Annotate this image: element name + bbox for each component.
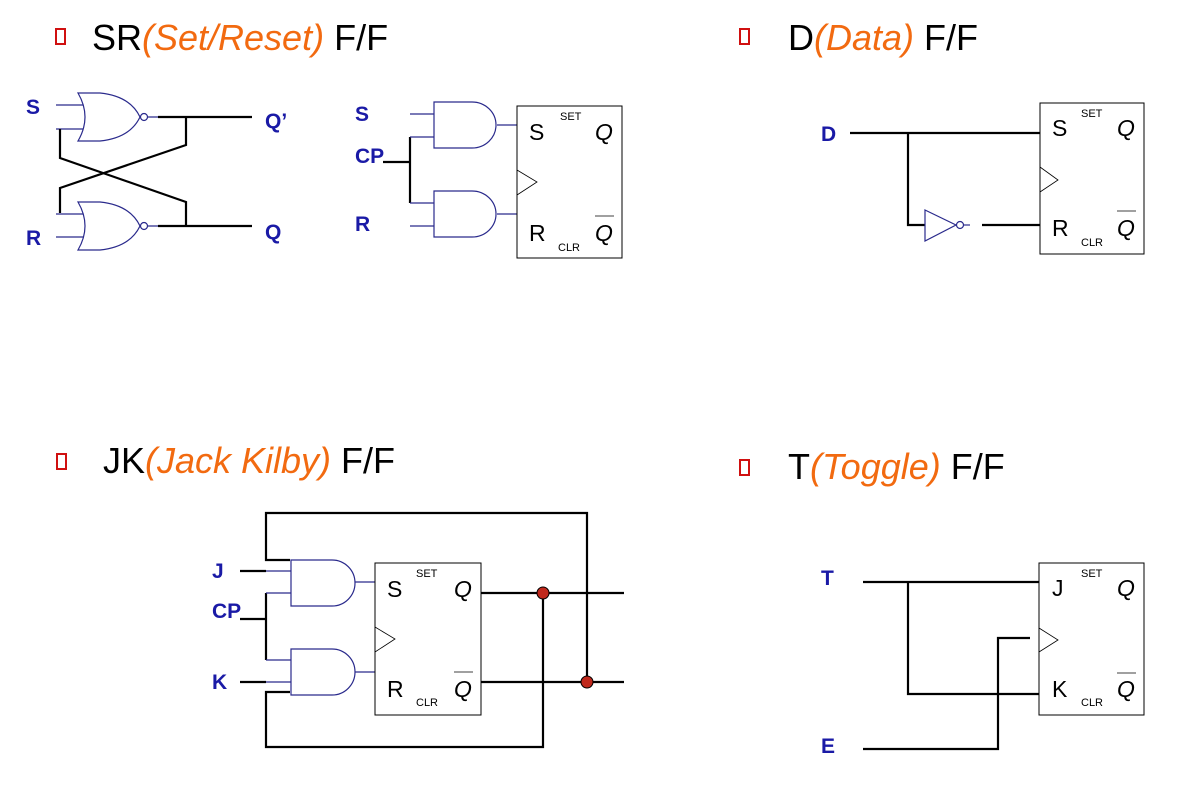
clocked-sr-flipflop: S CP R S SET Q R CLR Q — [355, 101, 623, 259]
pin-set: SET — [416, 568, 438, 580]
label-r: R — [26, 227, 41, 250]
gate-input-wires — [56, 104, 84, 238]
label-r: R — [355, 213, 370, 236]
pin-set: SET — [560, 111, 582, 123]
pin-q: Q — [454, 576, 472, 602]
bullet-icon — [56, 453, 67, 470]
label-s: S — [355, 103, 369, 126]
pin-set: SET — [1081, 568, 1103, 580]
pin-r: R — [387, 676, 404, 702]
clock-wires — [383, 137, 412, 203]
label-k: K — [212, 671, 227, 694]
output-wires — [481, 591, 624, 684]
and-gate-top — [433, 101, 497, 149]
sr-title: SR(Set/Reset) F/F — [92, 17, 388, 58]
d-flipflop: D S SET Q R CLR Q — [821, 102, 1145, 255]
t-title: T(Toggle) F/F — [788, 446, 1005, 487]
bullet-icon — [739, 459, 750, 476]
pin-q: Q — [1117, 575, 1135, 601]
pin-k: K — [1052, 676, 1068, 702]
junction-dot — [536, 586, 550, 600]
inversion-bubble — [139, 221, 149, 231]
pin-set: SET — [1081, 108, 1103, 120]
d-wires — [850, 131, 1040, 227]
label-t: T — [821, 567, 834, 590]
inversion-bubble — [139, 112, 149, 122]
jk-flipflop: J CP K S SET Q R CLR Q — [212, 511, 624, 749]
d-title: D(Data) F/F — [788, 17, 978, 58]
pin-clr: CLR — [1081, 237, 1103, 249]
pin-r: R — [529, 220, 546, 246]
pin-qbar: Q — [1117, 676, 1135, 702]
pin-q: Q — [1117, 115, 1135, 141]
pin-clr: CLR — [1081, 697, 1103, 709]
pin-clr: CLR — [416, 697, 438, 709]
nor-gate-bottom — [76, 201, 141, 251]
and-gate-top — [290, 559, 356, 607]
bullet-icon — [55, 28, 66, 45]
pin-r: R — [1052, 215, 1069, 241]
gate-output-stub — [148, 116, 158, 227]
jk-title: JK(Jack Kilby) F/F — [103, 440, 395, 481]
label-s: S — [26, 96, 40, 119]
pin-qbar: Q — [595, 220, 613, 246]
inverter-gate — [924, 209, 958, 242]
pin-qbar: Q — [454, 676, 472, 702]
label-cp: CP — [212, 600, 241, 623]
pin-s: S — [1052, 115, 1067, 141]
label-j: J — [212, 560, 224, 583]
pin-j: J — [1052, 575, 1064, 601]
t-flipflop: T E J SET Q K CLR Q — [821, 562, 1145, 758]
and-gate-bottom — [433, 190, 497, 238]
output-wires — [158, 115, 252, 228]
pin-s: S — [529, 119, 544, 145]
label-q: Q — [265, 221, 281, 244]
pin-q: Q — [595, 119, 613, 145]
and-gate-bottom — [290, 648, 356, 696]
label-cp: CP — [355, 145, 384, 168]
input-wires — [240, 569, 268, 684]
label-q-prime: Q’ — [265, 110, 287, 133]
slide-canvas: SR(Set/Reset) F/F D(Data) F/F JK(Jack Ki… — [26, 17, 1145, 758]
label-d: D — [821, 123, 836, 146]
sr-nor-latch: S R Q’ Q — [26, 92, 287, 251]
pin-s: S — [387, 576, 402, 602]
bullet-icon — [739, 28, 750, 45]
nor-gate-top — [76, 92, 141, 142]
pin-qbar: Q — [1117, 215, 1135, 241]
inversion-bubble — [955, 220, 965, 230]
pin-clr: CLR — [558, 242, 580, 254]
label-e: E — [821, 735, 835, 758]
junction-dot — [580, 675, 594, 689]
